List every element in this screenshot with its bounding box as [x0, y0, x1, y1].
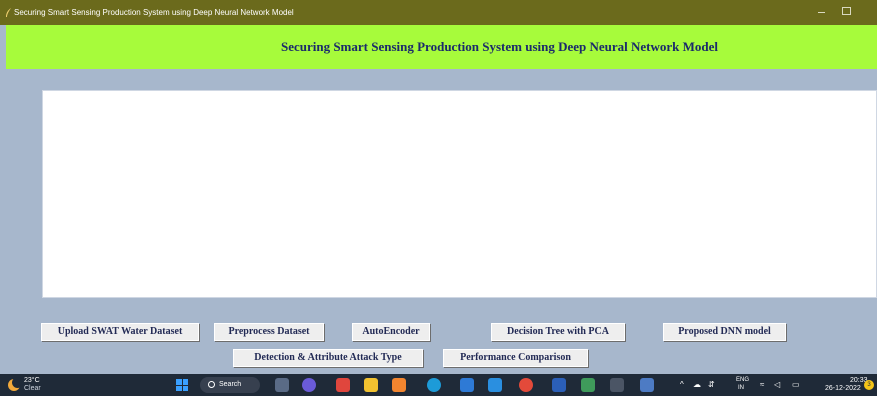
word-taskbar-icon[interactable]: [552, 378, 566, 392]
detection-attack-type-button[interactable]: Detection & Attribute Attack Type: [233, 349, 423, 367]
folder-taskbar-icon[interactable]: [364, 378, 378, 392]
search-label: Search: [219, 381, 242, 388]
output-text-area[interactable]: [42, 90, 877, 298]
preprocess-dataset-button[interactable]: Preprocess Dataset: [214, 323, 324, 341]
maximize-button[interactable]: [842, 7, 851, 15]
edge-taskbar-icon[interactable]: [427, 378, 441, 392]
weather-condition: Clear: [24, 385, 41, 392]
region-indicator[interactable]: IN: [738, 385, 744, 391]
clock-date[interactable]: 26-12-2022: [825, 385, 861, 392]
taskbar-search-button[interactable]: Search: [200, 377, 260, 393]
wifi-icon[interactable]: ≈: [760, 380, 764, 389]
app-taskbar-icon[interactable]: [392, 378, 406, 392]
minimize-button[interactable]: [816, 6, 828, 18]
upload-dataset-button[interactable]: Upload SWAT Water Dataset: [41, 323, 199, 341]
language-indicator[interactable]: ENG: [736, 377, 749, 383]
cloud-icon[interactable]: ☁: [693, 380, 701, 389]
widgets-taskbar-icon[interactable]: [336, 378, 350, 392]
header-banner: Securing Smart Sensing Production System…: [6, 25, 877, 69]
proposed-dnn-button[interactable]: Proposed DNN model: [663, 323, 786, 341]
notification-badge[interactable]: 3: [864, 380, 874, 390]
notepad-taskbar-icon[interactable]: [581, 378, 595, 392]
chrome-taskbar-icon[interactable]: [519, 378, 533, 392]
weather-temperature: 23°C: [24, 377, 40, 384]
window-title: Securing Smart Sensing Production System…: [14, 8, 294, 17]
windows-start-icon[interactable]: [176, 379, 188, 391]
window-titlebar: Securing Smart Sensing Production System…: [0, 0, 877, 25]
network-status-icon[interactable]: ⇵: [708, 380, 715, 389]
page-title: Securing Smart Sensing Production System…: [280, 39, 719, 54]
taskbar: 23°C Clear Search ^ ☁ ⇵ ENG IN ≈ ◁ ▭ 20:…: [0, 374, 877, 396]
chevron-up-icon[interactable]: ^: [680, 380, 684, 389]
mail-taskbar-icon[interactable]: [488, 378, 502, 392]
file-explorer-taskbar-icon[interactable]: [275, 378, 289, 392]
terminal-taskbar-icon[interactable]: [610, 378, 624, 392]
search-icon: [208, 381, 215, 388]
autoencoder-button[interactable]: AutoEncoder: [352, 323, 430, 341]
store-taskbar-icon[interactable]: [460, 378, 474, 392]
chat-taskbar-icon[interactable]: [302, 378, 316, 392]
battery-icon[interactable]: ▭: [792, 380, 800, 389]
python-feather-icon: [6, 8, 11, 17]
performance-comparison-button[interactable]: Performance Comparison: [443, 349, 588, 367]
moon-weather-icon[interactable]: [8, 377, 23, 391]
python-taskbar-icon[interactable]: [640, 378, 654, 392]
decision-tree-pca-button[interactable]: Decision Tree with PCA: [491, 323, 625, 341]
volume-icon[interactable]: ◁: [774, 380, 780, 389]
